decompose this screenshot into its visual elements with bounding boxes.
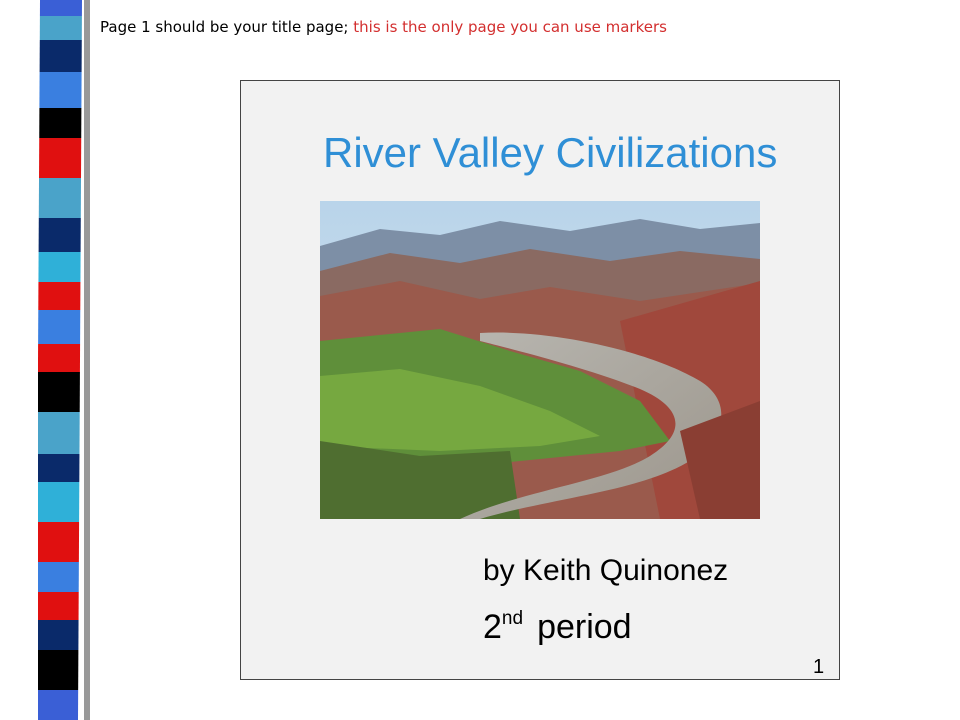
- period-word: period: [537, 608, 632, 646]
- slide-title: River Valley Civilizations: [323, 129, 778, 176]
- page-number: 1: [813, 656, 825, 678]
- title-slide: River Valley Civilizations by Keith Quin…: [240, 80, 840, 680]
- instruction-highlight: this is the only page you can use marker…: [353, 18, 667, 36]
- instruction-note: Page 1 should be your title page; this i…: [100, 18, 667, 36]
- author-byline: by Keith Quinonez: [483, 554, 729, 587]
- period-number: 2: [483, 608, 502, 646]
- class-period: 2nd period: [483, 608, 632, 647]
- river-valley-photo: [320, 201, 760, 519]
- period-suffix: nd: [501, 608, 524, 629]
- instruction-prefix: Page 1 should be your title page;: [100, 18, 349, 36]
- decorative-stripe-bar: [30, 0, 102, 720]
